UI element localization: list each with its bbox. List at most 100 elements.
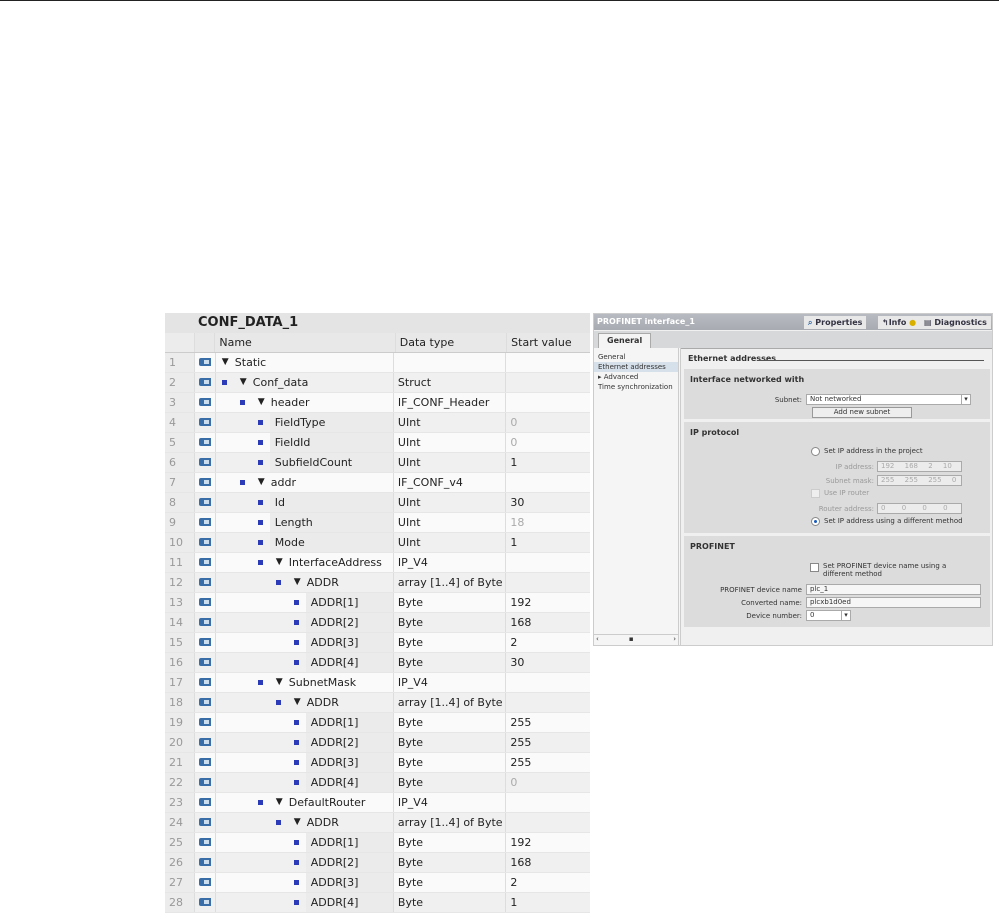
name-cell[interactable]: ADDR[4] xyxy=(216,653,394,672)
name-cell[interactable]: ADDR[1] xyxy=(216,593,394,612)
table-row[interactable]: 11 ▼ InterfaceAddress IP_V4 xyxy=(165,553,590,573)
data-type-cell[interactable]: Byte xyxy=(394,773,507,792)
expand-arrow-icon[interactable]: ▼ xyxy=(240,373,247,392)
table-row[interactable]: 4 FieldType UInt 0 xyxy=(165,413,590,433)
header-start-value[interactable]: Start value xyxy=(507,333,590,352)
data-type-cell[interactable]: array [1..4] of Byte xyxy=(394,813,507,832)
name-cell[interactable]: ▼ ADDR xyxy=(216,813,394,832)
table-row[interactable]: 20 ADDR[2] Byte 255 xyxy=(165,733,590,753)
table-row[interactable]: 26 ADDR[2] Byte 168 xyxy=(165,853,590,873)
nav-advanced[interactable]: ▸ Advanced xyxy=(594,372,678,382)
name-cell[interactable]: ▼ Static xyxy=(216,353,394,372)
start-value-cell[interactable]: 1 xyxy=(506,453,590,472)
start-value-cell[interactable]: 0 xyxy=(506,433,590,452)
start-value-cell[interactable] xyxy=(506,373,590,392)
table-row[interactable]: 23 ▼ DefaultRouter IP_V4 xyxy=(165,793,590,813)
table-row[interactable]: 7 ▼ addr IF_CONF_v4 xyxy=(165,473,590,493)
data-type-cell[interactable]: UInt xyxy=(394,453,507,472)
start-value-cell[interactable]: 255 xyxy=(506,733,590,752)
start-value-cell[interactable]: 192 xyxy=(506,593,590,612)
expand-arrow-icon[interactable]: ▼ xyxy=(294,573,301,592)
name-cell[interactable]: ▼ InterfaceAddress xyxy=(216,553,394,572)
data-type-cell[interactable]: UInt xyxy=(394,413,507,432)
expand-arrow-icon[interactable]: ▼ xyxy=(294,813,301,832)
tab-properties[interactable]: ⌕ Properties xyxy=(804,316,867,329)
table-row[interactable]: 19 ADDR[1] Byte 255 xyxy=(165,713,590,733)
radio-set-ip-project[interactable] xyxy=(811,447,820,456)
expand-arrow-icon[interactable]: ▼ xyxy=(258,473,265,492)
header-data-type[interactable]: Data type xyxy=(396,333,508,352)
data-type-cell[interactable]: array [1..4] of Byte xyxy=(394,573,507,592)
data-type-cell[interactable]: IP_V4 xyxy=(394,793,507,812)
data-type-cell[interactable]: Byte xyxy=(394,753,507,772)
device-name-field[interactable]: plc_1 xyxy=(806,584,981,595)
start-value-cell[interactable]: 0 xyxy=(506,413,590,432)
name-cell[interactable]: FieldId xyxy=(216,433,394,452)
start-value-cell[interactable] xyxy=(506,353,590,372)
data-type-cell[interactable]: IP_V4 xyxy=(394,673,507,692)
start-value-cell[interactable]: 2 xyxy=(506,633,590,652)
header-name[interactable]: Name xyxy=(215,333,396,352)
name-cell[interactable]: ADDR[3] xyxy=(216,873,394,892)
name-cell[interactable]: ADDR[3] xyxy=(216,753,394,772)
table-row[interactable]: 21 ADDR[3] Byte 255 xyxy=(165,753,590,773)
start-value-cell[interactable]: 2 xyxy=(506,873,590,892)
data-type-cell[interactable]: Byte xyxy=(394,653,507,672)
table-row[interactable]: 18 ▼ ADDR array [1..4] of Byte xyxy=(165,693,590,713)
name-cell[interactable]: ADDR[2] xyxy=(216,613,394,632)
table-row[interactable]: 10 Mode UInt 1 xyxy=(165,533,590,553)
name-cell[interactable]: ADDR[3] xyxy=(216,633,394,652)
data-type-cell[interactable]: UInt xyxy=(394,433,507,452)
start-value-cell[interactable] xyxy=(506,793,590,812)
name-cell[interactable]: ADDR[2] xyxy=(216,853,394,872)
router-address-field[interactable]: 0 0 0 0 xyxy=(877,503,962,514)
data-type-cell[interactable]: array [1..4] of Byte xyxy=(394,693,507,712)
start-value-cell[interactable]: 168 xyxy=(506,613,590,632)
name-cell[interactable]: Id xyxy=(216,493,394,512)
table-row[interactable]: 5 FieldId UInt 0 xyxy=(165,433,590,453)
name-cell[interactable]: ▼ header xyxy=(216,393,394,412)
data-type-cell[interactable]: UInt xyxy=(394,533,507,552)
start-value-cell[interactable] xyxy=(506,693,590,712)
tab-diagnostics[interactable]: ▤ Diagnostics xyxy=(920,316,991,329)
expand-arrow-icon[interactable]: ▼ xyxy=(222,353,229,372)
data-type-cell[interactable]: IF_CONF_v4 xyxy=(394,473,507,492)
table-row[interactable]: 2 ▼ Conf_data Struct xyxy=(165,373,590,393)
table-row[interactable]: 25 ADDR[1] Byte 192 xyxy=(165,833,590,853)
table-row[interactable]: 13 ADDR[1] Byte 192 xyxy=(165,593,590,613)
name-cell[interactable]: SubfieldCount xyxy=(216,453,394,472)
start-value-cell[interactable] xyxy=(506,673,590,692)
data-type-cell[interactable]: UInt xyxy=(394,513,507,532)
name-cell[interactable]: ADDR[4] xyxy=(216,893,394,912)
table-row[interactable]: 6 SubfieldCount UInt 1 xyxy=(165,453,590,473)
table-row[interactable]: 14 ADDR[2] Byte 168 xyxy=(165,613,590,633)
nav-general[interactable]: General xyxy=(594,352,678,362)
start-value-cell[interactable] xyxy=(506,393,590,412)
nav-ethernet-addresses[interactable]: Ethernet addresses xyxy=(594,362,678,372)
table-row[interactable]: 22 ADDR[4] Byte 0 xyxy=(165,773,590,793)
start-value-cell[interactable]: 255 xyxy=(506,713,590,732)
table-row[interactable]: 17 ▼ SubnetMask IP_V4 xyxy=(165,673,590,693)
start-value-cell[interactable] xyxy=(506,813,590,832)
name-cell[interactable]: ▼ ADDR xyxy=(216,693,394,712)
ip-address-field[interactable]: 192 168 2 10 xyxy=(877,461,962,472)
nav-time-sync[interactable]: Time synchronization xyxy=(594,382,678,392)
expand-arrow-icon[interactable]: ▼ xyxy=(258,393,265,412)
nav-scrollbar[interactable]: ‹ ▪ › xyxy=(594,634,678,645)
device-number-select[interactable]: 0 ▾ xyxy=(806,610,851,621)
table-row[interactable]: 12 ▼ ADDR array [1..4] of Byte xyxy=(165,573,590,593)
subnet-mask-field[interactable]: 255 255 255 0 xyxy=(877,475,962,486)
start-value-cell[interactable]: 192 xyxy=(506,833,590,852)
table-row[interactable]: 1 ▼ Static xyxy=(165,353,590,373)
name-cell[interactable]: ADDR[1] xyxy=(216,713,394,732)
expand-arrow-icon[interactable]: ▼ xyxy=(276,793,283,812)
data-type-cell[interactable]: Byte xyxy=(394,833,507,852)
start-value-cell[interactable] xyxy=(506,553,590,572)
subnet-select[interactable]: Not networked ▾ xyxy=(806,394,971,405)
name-cell[interactable]: Length xyxy=(216,513,394,532)
data-type-cell[interactable]: Byte xyxy=(394,713,507,732)
name-cell[interactable]: ADDR[1] xyxy=(216,833,394,852)
start-value-cell[interactable]: 30 xyxy=(506,493,590,512)
name-cell[interactable]: ▼ ADDR xyxy=(216,573,394,592)
table-row[interactable]: 15 ADDR[3] Byte 2 xyxy=(165,633,590,653)
